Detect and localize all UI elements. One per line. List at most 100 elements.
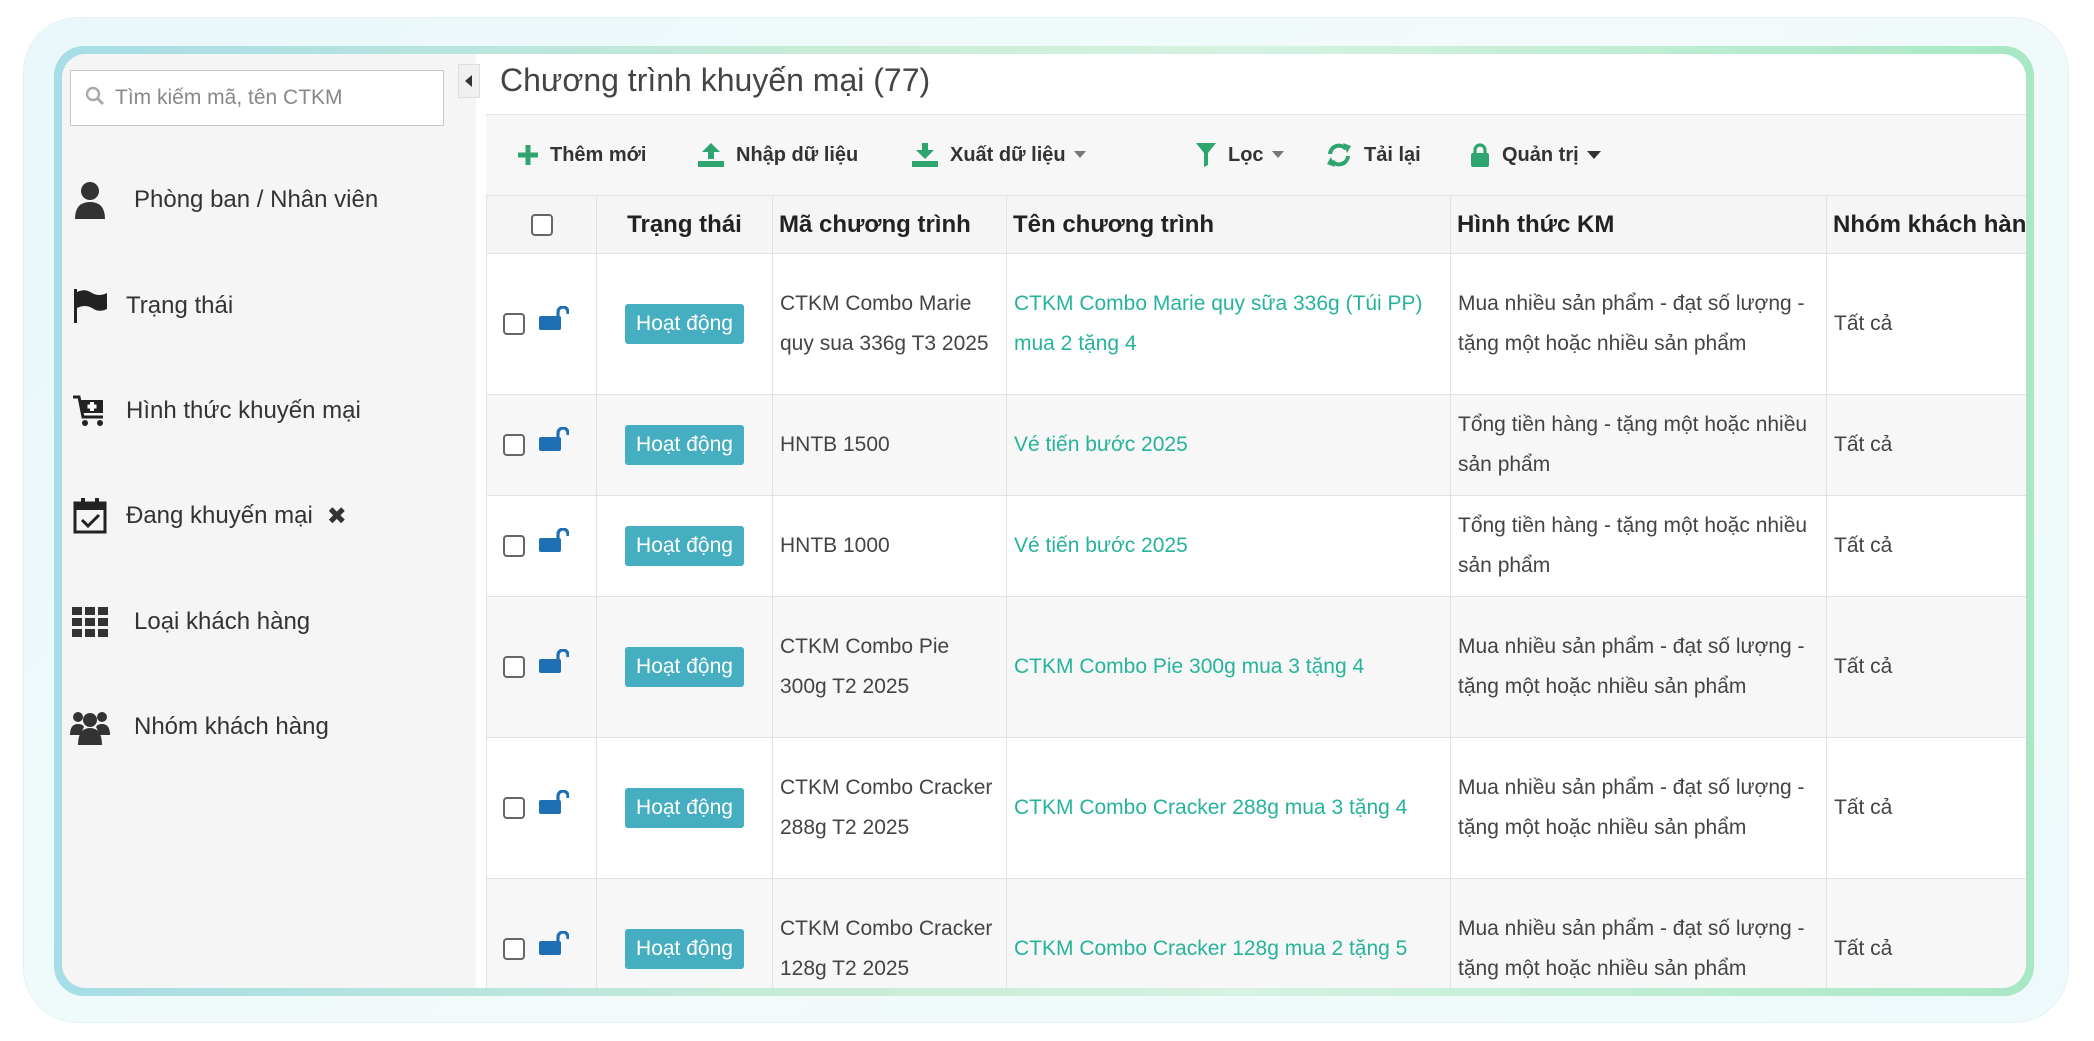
status-cell: Hoạt động [596,495,773,597]
table-row[interactable]: Hoạt động CTKM Combo Cracker 128g T2 202… [486,878,2026,988]
app-window: Phòng ban / Nhân viên Trạng thái Hình th… [62,54,2026,988]
column-header-code[interactable]: Mã chương trình [772,195,1007,254]
download-icon [912,143,938,167]
status-badge: Hoạt động [625,526,744,566]
select-all-checkbox[interactable] [530,214,553,237]
status-badge: Hoạt động [625,647,744,687]
status-badge: Hoạt động [625,425,744,465]
status-badge: Hoạt động [625,304,744,344]
filter-icon [1196,143,1216,167]
sidebar-item-customer-group[interactable]: Nhóm khách hàng [62,697,329,757]
admin-menu-button[interactable]: Quản trị [1470,115,1601,195]
toolbar: Thêm mới Nhập dữ liệu Xuất dữ liệu Lọc T… [486,115,2026,196]
table-row[interactable]: Hoạt động HNTB 1500 Vé tiến bước 2025 Tổ… [486,394,2026,496]
row-select-cell [486,878,597,988]
sidebar-item-customer-type[interactable]: Loại khách hàng [62,592,310,652]
unlock-icon[interactable] [539,526,570,566]
table-row[interactable]: Hoạt động CTKM Combo Cracker 288g T2 202… [486,737,2026,879]
status-badge: Hoạt động [625,929,744,969]
clear-filter-icon[interactable]: ✖ [327,502,347,531]
unlock-icon[interactable] [539,929,570,969]
refresh-icon [1326,142,1352,168]
unlock-icon[interactable] [539,425,570,465]
code-cell: CTKM Combo Pie 300g T2 2025 [772,596,1007,738]
collapse-sidebar-button[interactable] [458,64,480,98]
status-cell: Hoạt động [596,596,773,738]
row-select-cell [486,737,597,879]
customer-group-cell: Tất cả [1826,394,2026,496]
filter-label: Lọc [1228,143,1264,166]
user-icon [62,181,118,219]
unlock-icon[interactable] [539,788,570,828]
import-data-button[interactable]: Nhập dữ liệu [698,115,858,195]
sidebar-item-label: Hình thức khuyến mại [126,397,361,424]
code-cell: CTKM Combo Marie quy sua 336g T3 2025 [772,253,1007,395]
sidebar-item-label: Nhóm khách hàng [134,713,329,740]
customer-group-cell: Tất cả [1826,737,2026,879]
promotions-table: Trạng thái Mã chương trình Tên chương tr… [486,195,2026,988]
sidebar-item-departments[interactable]: Phòng ban / Nhân viên [62,170,378,230]
caret-left-icon [465,75,472,87]
row-select-cell [486,596,597,738]
upload-icon [698,143,724,167]
column-header-status[interactable]: Trạng thái [596,195,773,254]
row-checkbox[interactable] [503,656,525,679]
code-cell: HNTB 1000 [772,495,1007,597]
program-name-link[interactable]: CTKM Combo Cracker 128g mua 2 tặng 5 [1006,878,1451,988]
table-row[interactable]: Hoạt động CTKM Combo Marie quy sua 336g … [486,253,2026,395]
sidebar-item-promotion-type[interactable]: Hình thức khuyến mại [62,381,361,441]
search-input[interactable] [113,85,417,111]
export-data-button[interactable]: Xuất dữ liệu [912,115,1086,195]
chevron-down-icon [1073,151,1086,159]
admin-menu-label: Quản trị [1502,143,1579,166]
sidebar-item-status[interactable]: Trạng thái [62,276,233,336]
unlock-icon[interactable] [539,647,570,687]
customer-group-cell: Tất cả [1826,596,2026,738]
type-cell: Mua nhiều sản phẩm - đạt số lượng - tặng… [1450,878,1827,988]
column-header-type[interactable]: Hình thức KM [1450,195,1827,254]
table-row[interactable]: Hoạt động HNTB 1000 Vé tiến bước 2025 Tổ… [486,495,2026,597]
row-checkbox[interactable] [503,313,525,336]
row-select-cell [486,253,597,395]
row-checkbox[interactable] [503,535,525,558]
sidebar-item-label: Phòng ban / Nhân viên [134,186,379,213]
reload-button[interactable]: Tải lại [1326,115,1421,195]
program-name-link[interactable]: Vé tiến bước 2025 [1006,495,1451,597]
sidebar-item-label: Loại khách hàng [134,608,311,635]
code-cell: HNTB 1500 [772,394,1007,496]
status-cell: Hoạt động [596,737,773,879]
unlock-icon[interactable] [539,304,570,344]
program-name-link[interactable]: CTKM Combo Marie quy sữa 336g (Túi PP) m… [1006,253,1451,395]
add-new-label: Thêm mới [550,143,647,166]
sidebar-item-active-promotion[interactable]: Đang khuyến mại ✖ [62,486,347,546]
add-new-button[interactable]: Thêm mới [518,115,646,195]
status-cell: Hoạt động [596,394,773,496]
plus-icon [518,145,538,165]
filter-button[interactable]: Lọc [1196,115,1284,195]
row-checkbox[interactable] [503,434,525,457]
customer-group-cell: Tất cả [1826,495,2026,597]
code-cell: CTKM Combo Cracker 288g T2 2025 [772,737,1007,879]
code-cell: CTKM Combo Cracker 128g T2 2025 [772,878,1007,988]
table-row[interactable]: Hoạt động CTKM Combo Pie 300g T2 2025 CT… [486,596,2026,738]
program-name-link[interactable]: CTKM Combo Pie 300g mua 3 tặng 4 [1006,596,1451,738]
type-cell: Tổng tiền hàng - tặng một hoặc nhiều sản… [1450,495,1827,597]
import-data-label: Nhập dữ liệu [736,143,859,166]
type-cell: Tổng tiền hàng - tặng một hoặc nhiều sản… [1450,394,1827,496]
status-badge: Hoạt động [625,788,744,828]
column-header-customer-group[interactable]: Nhóm khách hàng [1826,195,2026,254]
calendar-check-icon [62,498,118,534]
reload-label: Tải lại [1364,143,1421,166]
customer-group-cell: Tất cả [1826,878,2026,988]
users-icon [62,709,118,745]
select-all-header [486,195,597,254]
column-header-name[interactable]: Tên chương trình [1006,195,1451,254]
sidebar-item-label: Đang khuyến mại [126,502,313,529]
program-name-link[interactable]: Vé tiến bước 2025 [1006,394,1451,496]
search-box[interactable] [70,70,444,126]
filter-sidebar: Phòng ban / Nhân viên Trạng thái Hình th… [62,54,480,988]
customer-group-cell: Tất cả [1826,253,2026,395]
row-checkbox[interactable] [503,797,525,820]
program-name-link[interactable]: CTKM Combo Cracker 288g mua 3 tặng 4 [1006,737,1451,879]
row-checkbox[interactable] [503,938,525,961]
